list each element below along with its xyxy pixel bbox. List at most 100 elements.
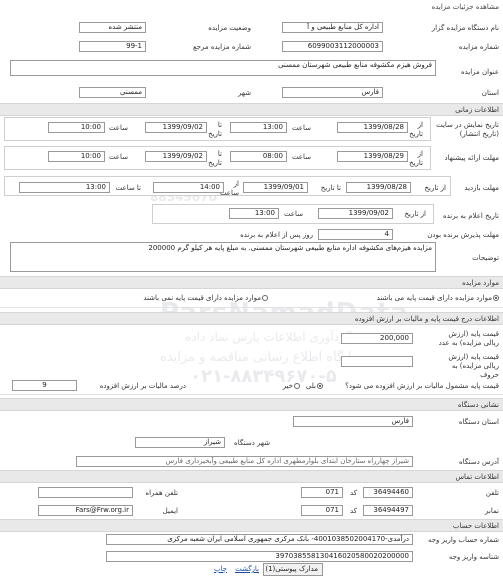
display-to-label: تا تاریخ — [208, 121, 222, 138]
winner-from-label: از تاریخ — [404, 210, 426, 218]
deposit-id-field[interactable]: 397038558130416020580020200000 — [106, 551, 413, 562]
display-to-date[interactable]: 1399/09/02 — [145, 122, 207, 133]
winner-time-label: ساعت — [283, 210, 303, 218]
fax-label: نمابر — [485, 507, 499, 515]
account-no-field[interactable]: درآمدی-4001038502004170- بانک مرکزی جمهو… — [106, 534, 413, 545]
display-from-label: از تاریخ — [409, 121, 423, 138]
organizer-label: نام دستگاه مزایده گزار — [431, 24, 499, 32]
offer-to-time-label: ساعت — [108, 153, 128, 161]
attached-documents-button[interactable]: مدارک پیوستی(1) — [263, 563, 323, 576]
offer-from-time-label: ساعت — [291, 153, 311, 161]
status-label: وضعیت مزایده — [208, 24, 251, 32]
email-label: ایمیل — [162, 507, 178, 515]
display-to-time-label: ساعت — [108, 124, 128, 132]
print-link[interactable]: چاپ — [214, 565, 227, 574]
winner-date-label: تاریخ اعلام به برنده — [442, 212, 499, 220]
divider — [0, 307, 503, 308]
accept-suffix: روز پس از اعلام به برنده — [240, 231, 313, 239]
visit-from-date[interactable]: 1399/08/28 — [346, 182, 411, 193]
page-title: مشاهده جزئیات مزایده — [431, 3, 499, 11]
vat-no-label: خیر — [282, 382, 293, 390]
accept-label: مهلت پذیرش برنده بودن — [427, 231, 499, 239]
radio-with-price-icon[interactable] — [493, 295, 499, 301]
city-label: شهر — [238, 89, 251, 97]
fax-field[interactable]: 36494497 — [363, 505, 413, 516]
vat-yes-radio-icon[interactable] — [317, 383, 323, 389]
province-label: استان — [481, 89, 499, 97]
phone-field[interactable]: 36494460 — [363, 487, 413, 498]
vat-no-radio-icon[interactable] — [294, 383, 300, 389]
visit-to-time[interactable]: 13:00 — [19, 182, 110, 193]
title-field[interactable]: فروش هیزم مکشوفه منابع طبیعی شهرستان ممس… — [10, 60, 436, 76]
fax-code-label: کد — [349, 507, 357, 515]
base-price-num-field[interactable]: 200,000 — [341, 333, 413, 344]
auction-no-label: شماره مزایده — [458, 43, 499, 51]
email-field[interactable]: Fars@Frw.org.ir — [38, 505, 133, 516]
mobile-field[interactable] — [38, 487, 133, 498]
radio-without-price-icon[interactable] — [262, 295, 268, 301]
visit-from-date-label: از تاریخ — [424, 184, 446, 192]
display-to-time[interactable]: 10:00 — [48, 122, 105, 133]
address-section-header: نشانی دستگاه — [0, 398, 503, 411]
account-no-label: شماره حساب واریز وجه — [427, 536, 499, 544]
description-field[interactable]: مزایده هیزم‌های مکشوفه اداره منابع طبیعی… — [10, 242, 436, 272]
vat-no-option[interactable]: خیر — [283, 382, 300, 391]
ref-no-field[interactable]: 99-1 — [79, 41, 146, 52]
offer-to-time[interactable]: 10:00 — [48, 151, 105, 162]
offer-from-time[interactable]: 08:00 — [230, 151, 287, 162]
ref-no-label: شماره مزایده مرجع — [192, 43, 251, 51]
phone-code-field[interactable]: 071 — [301, 487, 343, 498]
items-opt-without-price[interactable]: موارد مزایده دارای قیمت پایه نمی باشند — [143, 294, 268, 303]
status-field[interactable]: منتشر شده — [79, 22, 146, 33]
org-province-field[interactable]: فارس — [293, 416, 413, 427]
visit-from-time[interactable]: 14:00 — [153, 182, 224, 193]
items-opt-with-price[interactable]: موارد مزایده دارای قیمت پایه می باشند — [377, 294, 499, 303]
items-opt-without-price-label: موارد مزایده دارای قیمت پایه نمی باشند — [143, 294, 261, 302]
visit-to-date-label: تا تاریخ — [320, 184, 341, 192]
vat-yes-option[interactable]: بلی — [306, 382, 323, 391]
back-link[interactable]: بازگشت — [235, 565, 259, 574]
offer-from-date[interactable]: 1399/08/29 — [337, 151, 408, 162]
vat-pct-label: درصد مالیات بر ارزش افزوده — [99, 382, 186, 390]
phone-label: تلفن — [485, 489, 499, 497]
offer-date-label: مهلت ارائه پیشنهاد — [444, 154, 499, 162]
visit-label: مهلت بازدید — [464, 184, 499, 192]
accept-days-field[interactable]: 4 — [318, 229, 393, 240]
divider — [0, 394, 503, 395]
offer-from-label: از تاریخ — [409, 150, 423, 167]
visit-from-time-label: از ساعت — [219, 180, 239, 197]
auction-no-field[interactable]: 6099003112000003 — [282, 41, 383, 52]
base-price-text-label: قیمت پایه (ارزش ریالی مزایده) به حروف — [448, 353, 499, 379]
title-label: عنوان مزایده — [460, 68, 499, 76]
display-from-time[interactable]: 13:00 — [230, 122, 287, 133]
org-address-label: آدرس دستگاه — [459, 458, 499, 466]
province-field[interactable]: فارس — [282, 87, 383, 98]
visit-to-date[interactable]: 1399/09/01 — [243, 182, 308, 193]
price-section-header: اطلاعات درج قیمت پایه و مالیات بر ارزش ا… — [0, 312, 503, 325]
vat-question: قیمت پایه مشمول مالیات بر ارزش افزوده می… — [345, 382, 499, 390]
description-label: توضیحات — [472, 254, 499, 262]
base-price-text-field[interactable] — [341, 356, 413, 367]
base-price-num-label: قیمت پایه (ارزش ریالی مزایده) به عدد — [438, 330, 499, 347]
vat-pct-field[interactable]: 9 — [12, 380, 77, 391]
watermark-fa1: پایگاه اطلاع رسانی مناقصه و مزایده — [160, 350, 356, 365]
org-province-label: استان دستگاه — [458, 418, 499, 426]
mobile-label: تلفن همراه — [145, 489, 178, 497]
contact-section-header: اطلاعات تماس — [0, 470, 503, 483]
display-from-date[interactable]: 1399/08/28 — [337, 122, 408, 133]
items-section-header: موارد مزایده — [0, 276, 503, 289]
winner-time[interactable]: 13:00 — [229, 208, 279, 219]
phone-code-label: کد — [349, 489, 357, 497]
org-city-field[interactable]: شیراز — [135, 437, 225, 448]
deposit-id-label: شناسه واریز وجه — [448, 553, 499, 561]
auction-details-page: 021 88349670 ParsNamadData گردآوری اطلاع… — [0, 0, 503, 576]
organizer-field[interactable]: اداره کل منابع طبیعی و آ — [282, 22, 383, 33]
city-field[interactable]: ممسنی — [79, 87, 146, 98]
display-date-label: تاریخ نمایش در سایت (تاریخ انتشار) — [436, 121, 499, 138]
fax-code-field[interactable]: 071 — [301, 505, 343, 516]
timing-section-header: اطلاعات زمانی — [0, 103, 503, 116]
org-address-field[interactable]: شیراز چهارراه ستارخان ابتدای بلوارمطهری … — [76, 456, 413, 467]
display-from-time-label: ساعت — [291, 124, 311, 132]
winner-date[interactable]: 1399/09/02 — [318, 208, 393, 219]
offer-to-date[interactable]: 1399/09/02 — [145, 151, 207, 162]
